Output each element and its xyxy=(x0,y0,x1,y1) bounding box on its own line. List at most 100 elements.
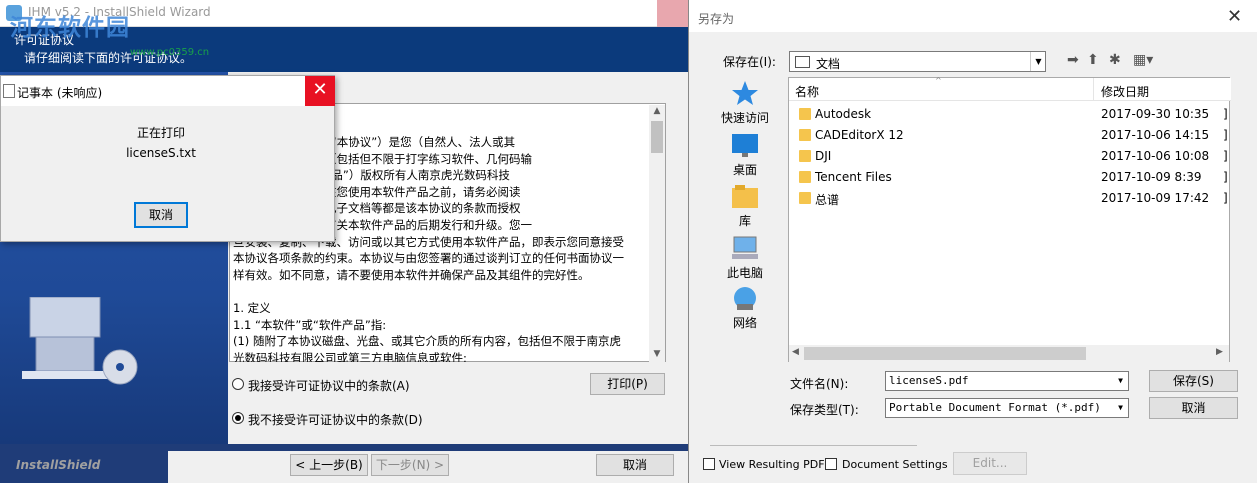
next-button[interactable]: 下一步(N) > xyxy=(371,454,449,476)
license-line: 样有效。如不同意，请不要使用本软件并确保产品及其组件的完好性。 xyxy=(233,267,590,282)
accept-radio[interactable] xyxy=(232,378,244,390)
license-scroll-thumb[interactable] xyxy=(651,121,663,153)
chevron-down-icon[interactable]: ▼ xyxy=(1030,52,1046,71)
decline-radio[interactable] xyxy=(232,412,244,424)
filetype-value: Portable Document Format (*.pdf) xyxy=(889,401,1101,414)
license-line: (1) 随附了本协议磁盘、光盘、或其它介质的所有内容，包括但不限于南京虎 xyxy=(233,334,621,349)
watermark-logo: 河东软件园 xyxy=(10,15,130,41)
decline-radio-label[interactable]: 我不接受许可证协议中的条款(D) xyxy=(248,411,423,428)
watermark-url: www.pc0359.cn xyxy=(130,47,210,58)
folder-icon xyxy=(799,171,811,183)
scroll-right-icon[interactable]: ▶ xyxy=(1216,347,1223,357)
doc-settings-checkbox[interactable] xyxy=(825,458,837,470)
file-type-truncated: ] xyxy=(1223,170,1228,184)
file-row[interactable]: Tencent Files 2017-10-09 8:39 ] xyxy=(789,167,1231,188)
file-list-hscrollbar[interactable]: ◀ ▶ xyxy=(789,345,1229,362)
file-name: CADEditorX 12 xyxy=(815,128,904,142)
license-line: 本协议各项条款的约束。本协议与由您签署的通过谈判订立的任何书面协议一 xyxy=(233,251,624,266)
place-network[interactable]: 网络 xyxy=(709,285,781,333)
view-menu-icon[interactable]: ▦▾ xyxy=(1133,52,1153,68)
file-row[interactable]: DJI 2017-10-06 10:08 ] xyxy=(789,146,1231,167)
file-row[interactable]: 总谱 2017-10-09 17:42 ] xyxy=(789,188,1231,209)
filetype-label: 保存类型(T): xyxy=(790,403,859,417)
scroll-left-icon[interactable]: ◀ xyxy=(792,347,799,357)
file-date: 2017-10-09 8:39 xyxy=(1101,170,1202,184)
scroll-down-icon[interactable]: ▼ xyxy=(652,349,662,361)
star-icon xyxy=(732,81,758,105)
file-list[interactable]: ^ 名称 修改日期 Autodesk 2017-09-30 10:35 ] CA… xyxy=(788,76,1231,362)
computer-illustration-icon xyxy=(22,297,138,385)
license-line: 1.1 “本软件”或“软件产品”指: xyxy=(233,317,387,332)
back-button[interactable]: < 上一步(B) xyxy=(290,454,368,476)
printing-filename: licenseS.txt xyxy=(126,146,196,160)
notepad-print-dialog: 记事本 (未响应) ✕ 正在打印 licenseS.txt 取消 xyxy=(0,75,335,242)
print-button[interactable]: 打印(P) xyxy=(590,373,665,395)
documents-folder-icon xyxy=(795,56,810,68)
place-desktop[interactable]: 桌面 xyxy=(709,132,781,180)
save-button[interactable]: 保存(S) xyxy=(1149,370,1238,392)
file-row[interactable]: Autodesk 2017-09-30 10:35 ] xyxy=(789,104,1231,125)
scroll-up-icon[interactable]: ▲ xyxy=(652,106,662,118)
file-name: Autodesk xyxy=(815,107,872,121)
place-library[interactable]: 库 xyxy=(709,183,781,231)
sort-arrow-icon: ^ xyxy=(935,76,942,85)
up-folder-icon[interactable]: ⬆ xyxy=(1087,52,1099,68)
file-date: 2017-10-06 10:08 xyxy=(1101,149,1210,163)
edit-button[interactable]: Edit... xyxy=(953,452,1027,475)
file-date: 2017-09-30 10:35 xyxy=(1101,107,1210,121)
places-bar: 快速访问 桌面 库 此电脑 网络 xyxy=(709,78,781,343)
file-name: DJI xyxy=(815,149,832,163)
file-type-truncated: ] xyxy=(1223,107,1228,121)
installer-button-bar: < 上一步(B) 下一步(N) > 取消 xyxy=(168,451,688,483)
save-as-close-icon[interactable]: ✕ xyxy=(1227,6,1242,27)
place-quick-access[interactable]: 快速访问 xyxy=(709,78,781,128)
file-type-truncated: ] xyxy=(1223,128,1228,142)
notepad-cancel-button[interactable]: 取消 xyxy=(134,202,188,228)
chevron-down-icon[interactable]: ▼ xyxy=(1113,399,1128,417)
back-arrow-icon[interactable]: ➡ xyxy=(1067,52,1079,68)
library-icon xyxy=(732,185,758,208)
accept-radio-label[interactable]: 我接受许可证协议中的条款(A) xyxy=(248,377,410,394)
save-as-title: 另存为 xyxy=(698,12,735,26)
license-line: 1. 定义 xyxy=(233,300,271,315)
doc-settings-label[interactable]: Document Settings xyxy=(842,458,948,471)
desktop-icon xyxy=(732,134,758,157)
filename-input[interactable]: licenseS.pdf ▼ xyxy=(885,371,1129,391)
notepad-close-icon[interactable]: ✕ xyxy=(305,76,335,106)
license-line xyxy=(233,283,646,300)
file-row[interactable]: CADEditorX 12 2017-10-06 14:15 ] xyxy=(789,125,1231,146)
filetype-select[interactable]: Portable Document Format (*.pdf) ▼ xyxy=(885,398,1129,418)
network-icon xyxy=(734,287,756,310)
view-pdf-label[interactable]: View Resulting PDF xyxy=(719,458,825,471)
license-line: 光数码科技有限公司或第三方电脑信息或软件; xyxy=(233,350,467,362)
view-pdf-checkbox[interactable] xyxy=(703,458,715,470)
hscroll-thumb[interactable] xyxy=(804,347,1086,360)
file-date: 2017-10-06 14:15 xyxy=(1101,128,1210,142)
place-this-pc[interactable]: 此电脑 xyxy=(709,234,781,282)
column-name[interactable]: 名称 xyxy=(795,83,819,100)
column-separator[interactable] xyxy=(1093,78,1094,101)
installer-cancel-button[interactable]: 取消 xyxy=(596,454,674,476)
installer-close-button[interactable] xyxy=(657,0,688,27)
save-in-value: 文档 xyxy=(816,57,841,71)
save-as-titlebar: 另存为 ✕ xyxy=(689,0,1257,32)
place-label: 桌面 xyxy=(732,163,757,177)
save-as-dialog: 另存为 ✕ 保存在(I): 文档 ▼ ➡ ⬆ ✱ ▦▾ 快速访问 桌面 库 此电… xyxy=(688,0,1257,483)
file-type-truncated: ] xyxy=(1223,191,1228,205)
printing-status: 正在打印 xyxy=(136,126,185,140)
place-label: 库 xyxy=(738,214,751,228)
save-in-dropdown[interactable]: 文档 ▼ xyxy=(789,51,1046,72)
folder-icon xyxy=(799,150,811,162)
file-name: 总谱 xyxy=(815,193,840,207)
place-label: 此电脑 xyxy=(726,266,763,280)
folder-icon xyxy=(799,108,811,120)
chevron-down-icon[interactable]: ▼ xyxy=(1113,372,1128,390)
notepad-titlebar: 记事本 (未响应) ✕ xyxy=(1,76,335,106)
save-as-cancel-button[interactable]: 取消 xyxy=(1149,397,1238,419)
save-in-label: 保存在(I): xyxy=(723,55,776,69)
notepad-title: 记事本 (未响应) xyxy=(17,86,103,100)
column-modified[interactable]: 修改日期 xyxy=(1101,83,1149,100)
new-folder-icon[interactable]: ✱ xyxy=(1109,52,1121,68)
computer-icon xyxy=(732,236,758,259)
license-scrollbar[interactable]: ▲ ▼ xyxy=(649,105,665,362)
